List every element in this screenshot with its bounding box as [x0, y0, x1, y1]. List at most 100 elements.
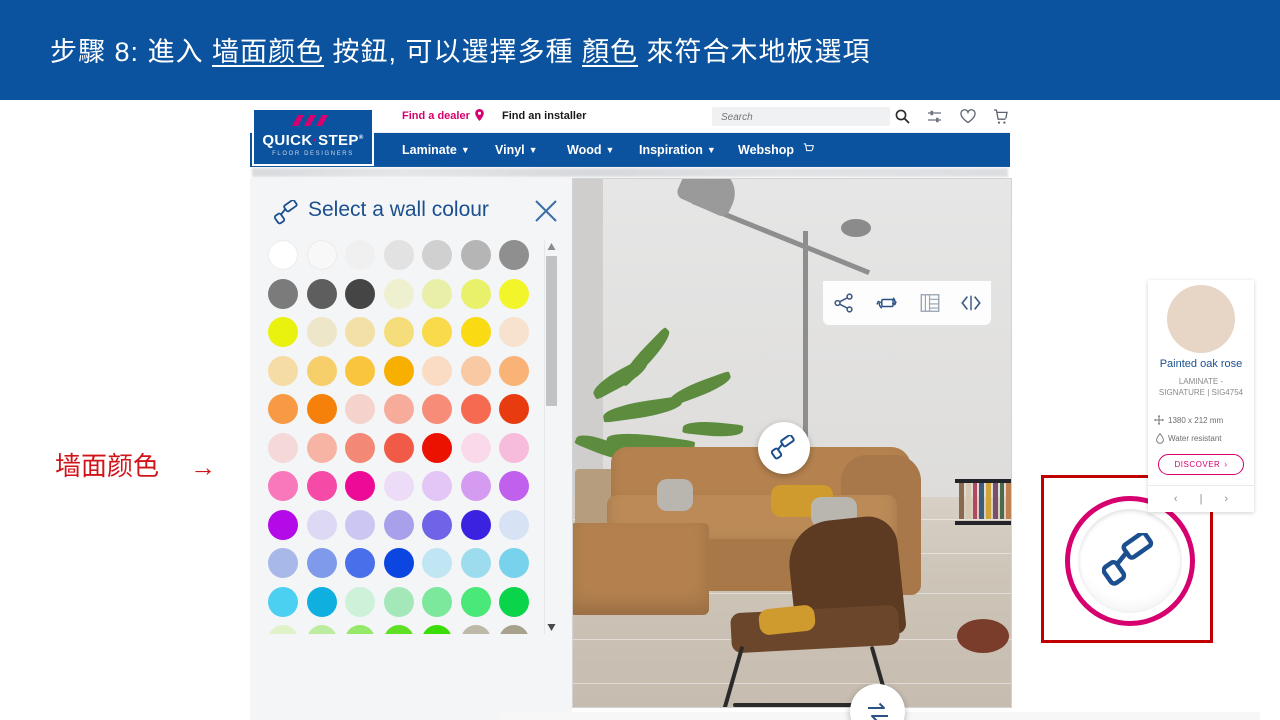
colour-swatch-10-4[interactable]: [422, 625, 452, 634]
colour-swatch-8-4[interactable]: [422, 548, 452, 578]
colour-swatch-9-0[interactable]: [268, 586, 298, 617]
colour-swatch-0-5[interactable]: [460, 240, 491, 270]
compare-view-icon[interactable]: [960, 292, 982, 314]
colour-swatch-4-1[interactable]: [306, 394, 337, 424]
colour-swatch-2-0[interactable]: [268, 317, 298, 347]
scroll-down-arrow-icon[interactable]: [547, 623, 556, 632]
pager-prev-button[interactable]: ‹: [1174, 493, 1178, 505]
colour-swatch-1-5[interactable]: [460, 278, 491, 309]
colour-swatch-3-5[interactable]: [460, 355, 491, 386]
scrollbar-thumb[interactable]: [546, 256, 557, 406]
colour-swatch-2-4[interactable]: [422, 317, 452, 347]
colour-swatch-1-6[interactable]: [499, 278, 529, 309]
pattern-layout-icon[interactable]: [919, 292, 941, 314]
cart-icon[interactable]: [993, 109, 1008, 125]
find-a-dealer-link[interactable]: Find a dealer: [402, 110, 470, 122]
colour-swatch-3-3[interactable]: [383, 355, 414, 386]
colour-swatch-6-4[interactable]: [422, 471, 452, 501]
quickstep-logo[interactable]: QUICK·STEP® FLOOR DESIGNERS: [252, 108, 374, 166]
colour-swatch-3-4[interactable]: [422, 355, 452, 386]
discover-button[interactable]: DISCOVER ›: [1158, 454, 1244, 475]
paint-wall-fab[interactable]: [758, 422, 810, 474]
nav-item-laminate[interactable]: Laminate ▼: [402, 143, 470, 157]
colour-swatch-4-4[interactable]: [422, 394, 452, 424]
colour-swatch-5-4[interactable]: [422, 432, 452, 463]
colour-swatch-2-6[interactable]: [499, 317, 529, 347]
search-input[interactable]: [712, 108, 872, 127]
colour-swatch-5-6[interactable]: [499, 432, 529, 463]
colour-swatch-0-3[interactable]: [383, 240, 414, 270]
colour-swatch-8-3[interactable]: [383, 548, 414, 578]
colour-swatch-1-3[interactable]: [383, 278, 414, 309]
nav-item-wood[interactable]: Wood ▼: [567, 143, 614, 157]
colour-swatch-0-2[interactable]: [345, 240, 375, 270]
colour-swatch-9-2[interactable]: [345, 586, 375, 617]
nav-item-webshop[interactable]: Webshop: [738, 143, 814, 157]
colour-swatch-9-1[interactable]: [306, 586, 337, 617]
colour-swatch-7-0[interactable]: [268, 509, 298, 540]
colour-swatch-8-1[interactable]: [306, 548, 337, 578]
nav-item-vinyl[interactable]: Vinyl ▼: [495, 143, 538, 157]
highlight-button[interactable]: [1078, 509, 1182, 613]
colour-swatch-4-3[interactable]: [383, 394, 414, 424]
colour-swatch-2-2[interactable]: [345, 317, 375, 347]
search-icon[interactable]: [895, 109, 910, 124]
colour-swatch-2-1[interactable]: [306, 317, 337, 347]
colour-swatch-10-6[interactable]: [499, 625, 529, 634]
colour-swatch-10-3[interactable]: [383, 625, 414, 634]
colour-swatch-0-4[interactable]: [422, 240, 452, 270]
colour-swatch-grid[interactable]: [268, 240, 536, 634]
colour-swatch-6-2[interactable]: [345, 471, 375, 501]
colour-swatch-1-0[interactable]: [268, 278, 298, 309]
colour-swatch-1-1[interactable]: [306, 278, 337, 309]
colour-swatch-0-1[interactable]: [306, 240, 337, 270]
search-box[interactable]: [712, 107, 890, 127]
colour-swatch-4-0[interactable]: [268, 394, 298, 424]
colour-swatch-3-2[interactable]: [345, 355, 375, 386]
colour-swatch-8-0[interactable]: [268, 548, 298, 578]
colour-swatch-6-5[interactable]: [460, 471, 491, 501]
compare-icon[interactable]: [927, 109, 942, 124]
find-an-installer-link[interactable]: Find an installer: [502, 110, 586, 122]
colour-swatch-4-2[interactable]: [345, 394, 375, 424]
colour-swatch-8-5[interactable]: [460, 548, 491, 578]
colour-swatch-9-5[interactable]: [460, 586, 491, 617]
colour-swatch-3-6[interactable]: [499, 355, 529, 386]
colour-swatch-9-3[interactable]: [383, 586, 414, 617]
colour-swatch-6-3[interactable]: [383, 471, 414, 501]
colour-swatch-0-6[interactable]: [499, 240, 529, 270]
colour-swatch-3-0[interactable]: [268, 355, 298, 386]
panel-scrollbar[interactable]: [544, 240, 557, 634]
nav-item-inspiration[interactable]: Inspiration ▼: [639, 143, 716, 157]
colour-swatch-5-1[interactable]: [306, 432, 337, 463]
colour-swatch-9-6[interactable]: [499, 586, 529, 617]
colour-swatch-3-1[interactable]: [306, 355, 337, 386]
close-icon[interactable]: [533, 198, 559, 224]
colour-swatch-7-4[interactable]: [422, 509, 452, 540]
scroll-up-arrow-icon[interactable]: [547, 242, 556, 251]
colour-swatch-7-5[interactable]: [460, 509, 491, 540]
colour-swatch-0-0[interactable]: [268, 240, 298, 270]
colour-swatch-4-6[interactable]: [499, 394, 529, 424]
colour-swatch-1-4[interactable]: [422, 278, 452, 309]
colour-swatch-7-1[interactable]: [306, 509, 337, 540]
colour-swatch-6-6[interactable]: [499, 471, 529, 501]
colour-swatch-10-5[interactable]: [460, 625, 491, 634]
colour-swatch-6-0[interactable]: [268, 471, 298, 501]
colour-swatch-5-0[interactable]: [268, 432, 298, 463]
colour-swatch-2-3[interactable]: [383, 317, 414, 347]
colour-swatch-5-5[interactable]: [460, 432, 491, 463]
colour-swatch-7-3[interactable]: [383, 509, 414, 540]
colour-swatch-10-0[interactable]: [268, 625, 298, 634]
colour-swatch-6-1[interactable]: [306, 471, 337, 501]
colour-swatch-5-2[interactable]: [345, 432, 375, 463]
colour-swatch-10-1[interactable]: [306, 625, 337, 634]
colour-swatch-8-6[interactable]: [499, 548, 529, 578]
colour-swatch-7-2[interactable]: [345, 509, 375, 540]
wishlist-heart-icon[interactable]: [960, 109, 976, 124]
colour-swatch-1-2[interactable]: [345, 278, 375, 309]
product-card[interactable]: Painted oak rose LAMINATE - SIGNATURE | …: [1148, 280, 1254, 512]
colour-swatch-2-5[interactable]: [460, 317, 491, 347]
rotate-room-icon[interactable]: [874, 292, 900, 314]
colour-swatch-9-4[interactable]: [422, 586, 452, 617]
